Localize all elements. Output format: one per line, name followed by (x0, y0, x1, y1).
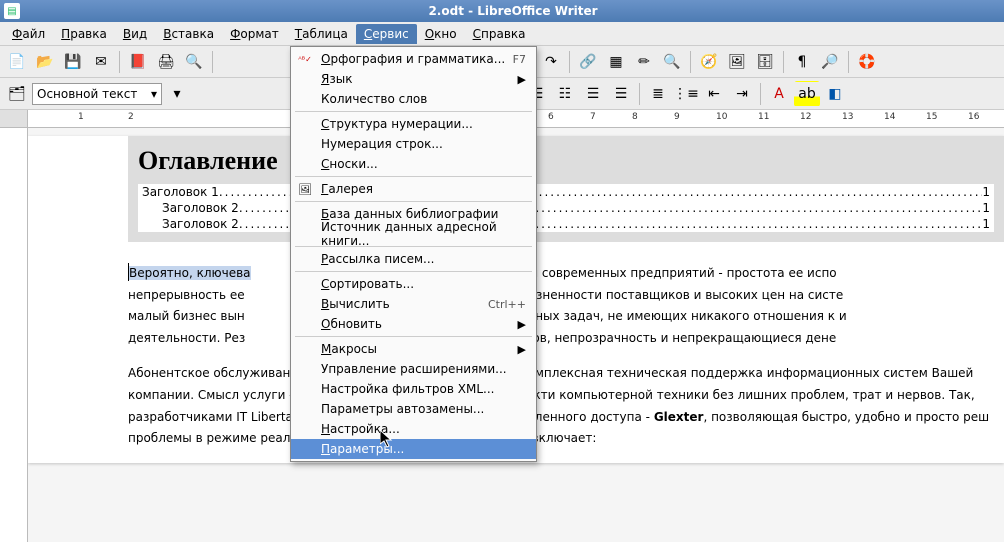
menu-окно[interactable]: Окно (417, 24, 465, 44)
menu-item-нумерация-строк-[interactable]: Нумерация строк... (291, 134, 536, 154)
help-button[interactable]: 🛟 (854, 49, 880, 75)
ruler-vertical[interactable] (0, 128, 28, 542)
nonprinting-button[interactable]: ¶ (789, 49, 815, 75)
menu-item-обновить[interactable]: Обновить▶ (291, 314, 536, 334)
font-dropdown-icon[interactable]: ▾ (164, 81, 190, 107)
font-color-button[interactable]: A (766, 81, 792, 107)
show-draw-button[interactable]: ✏ (631, 49, 657, 75)
open-button[interactable]: 📂 (32, 49, 58, 75)
align-right-button[interactable]: ☰ (580, 81, 606, 107)
menu-item-сноски-[interactable]: Сноски... (291, 154, 536, 174)
menu-вставка[interactable]: Вставка (155, 24, 222, 44)
menu-item-параметры-автозамены-[interactable]: Параметры автозамены... (291, 399, 536, 419)
print-button[interactable]: 🖨 (153, 49, 179, 75)
menu-правка[interactable]: Правка (53, 24, 115, 44)
gallery-button[interactable]: 🖼 (724, 49, 750, 75)
menu-формат[interactable]: Формат (222, 24, 287, 44)
highlight-button[interactable]: ab (794, 81, 820, 107)
datasources-button[interactable]: 🗄 (752, 49, 778, 75)
indent-decrease-button[interactable]: ⇤ (701, 81, 727, 107)
save-button[interactable]: 💾 (60, 49, 86, 75)
toc-entry[interactable]: Заголовок 1.............................… (138, 184, 994, 200)
menu-справка[interactable]: Справка (465, 24, 534, 44)
paragraph-style-select[interactable]: Основной текст ▾ (32, 83, 162, 105)
numbered-list-button[interactable]: ≣ (645, 81, 671, 107)
hyperlink-button[interactable]: 🔗 (575, 49, 601, 75)
app-icon: ▤ (4, 3, 20, 19)
menu-item-вычислить[interactable]: ВычислитьCtrl++ (291, 294, 536, 314)
toc-entry[interactable]: Заголовок 2.............................… (138, 216, 994, 232)
window-title: 2.odt - LibreOffice Writer (26, 4, 1000, 18)
dropdown-icon: ▾ (151, 87, 157, 101)
toc-title: Оглавление (138, 142, 994, 184)
indent-increase-button[interactable]: ⇥ (729, 81, 755, 107)
bullet-list-button[interactable]: ⋮≡ (673, 81, 699, 107)
navigator-button[interactable]: 🧭 (696, 49, 722, 75)
export-pdf-button[interactable]: 📕 (125, 49, 151, 75)
menu-item-настройка-[interactable]: Настройка... (291, 419, 536, 439)
chevron-right-icon: ▶ (518, 73, 526, 86)
find-button[interactable]: 🔍 (659, 49, 685, 75)
new-doc-button[interactable]: 📄 (4, 49, 30, 75)
menu-item-сортировать-[interactable]: Сортировать... (291, 274, 536, 294)
tools-menu-dropdown: ᴬᴮ✓Орфография и грамматика...F7Язык▶Коли… (290, 46, 537, 462)
toc-entry[interactable]: Заголовок 2.............................… (138, 200, 994, 216)
menu-таблица[interactable]: Таблица (287, 24, 356, 44)
spellcheck-icon: ᴬᴮ✓ (297, 51, 313, 67)
menu-item-управление-расширениями-[interactable]: Управление расширениями... (291, 359, 536, 379)
chevron-right-icon: ▶ (518, 343, 526, 356)
menu-item-настройка-фильтров-xml-[interactable]: Настройка фильтров XML... (291, 379, 536, 399)
menu-item-рассылка-писем-[interactable]: Рассылка писем... (291, 249, 536, 269)
ruler-corner (0, 110, 28, 128)
menu-файл[interactable]: Файл (4, 24, 53, 44)
menu-item-параметры-[interactable]: Параметры... (291, 439, 536, 459)
menu-вид[interactable]: Вид (115, 24, 155, 44)
background-color-button[interactable]: ◧ (822, 81, 848, 107)
menu-item-галерея[interactable]: 🖼Галерея (291, 179, 536, 199)
table-of-contents: Оглавление Заголовок 1..................… (128, 136, 1004, 242)
zoom-button[interactable]: 🔎 (817, 49, 843, 75)
body-paragraph-1[interactable]: Вероятно, ключевауктуры современных пред… (128, 262, 1004, 362)
gallery-icon: 🖼 (297, 181, 313, 197)
menu-item-язык[interactable]: Язык▶ (291, 69, 536, 89)
menu-сервис[interactable]: Сервис (356, 24, 417, 44)
window-titlebar: ▤ 2.odt - LibreOffice Writer (0, 0, 1004, 22)
paragraph-style-value: Основной текст (37, 87, 137, 101)
menu-item-количество-слов[interactable]: Количество слов (291, 89, 536, 109)
menubar: ФайлПравкаВидВставкаФорматТаблицаСервисО… (0, 22, 1004, 46)
email-button[interactable]: ✉ (88, 49, 114, 75)
menu-item-орфография-и-грамматика-[interactable]: ᴬᴮ✓Орфография и грамматика...F7 (291, 49, 536, 69)
styles-button[interactable]: 🗂 (4, 81, 30, 107)
menu-item-макросы[interactable]: Макросы▶ (291, 339, 536, 359)
body-paragraph-2[interactable]: Абонентское обслуживание от IT Libertas … (128, 362, 1004, 462)
chevron-right-icon: ▶ (518, 318, 526, 331)
redo-button[interactable]: ↷ (538, 49, 564, 75)
menu-item-источник-данных-адресной-книги-[interactable]: Источник данных адресной книги... (291, 224, 536, 244)
align-justify-button[interactable]: ☰ (608, 81, 634, 107)
print-preview-button[interactable]: 🔍 (181, 49, 207, 75)
menu-item-структура-нумерации-[interactable]: Структура нумерации... (291, 114, 536, 134)
align-center-button[interactable]: ☷ (552, 81, 578, 107)
table-button[interactable]: ▦ (603, 49, 629, 75)
